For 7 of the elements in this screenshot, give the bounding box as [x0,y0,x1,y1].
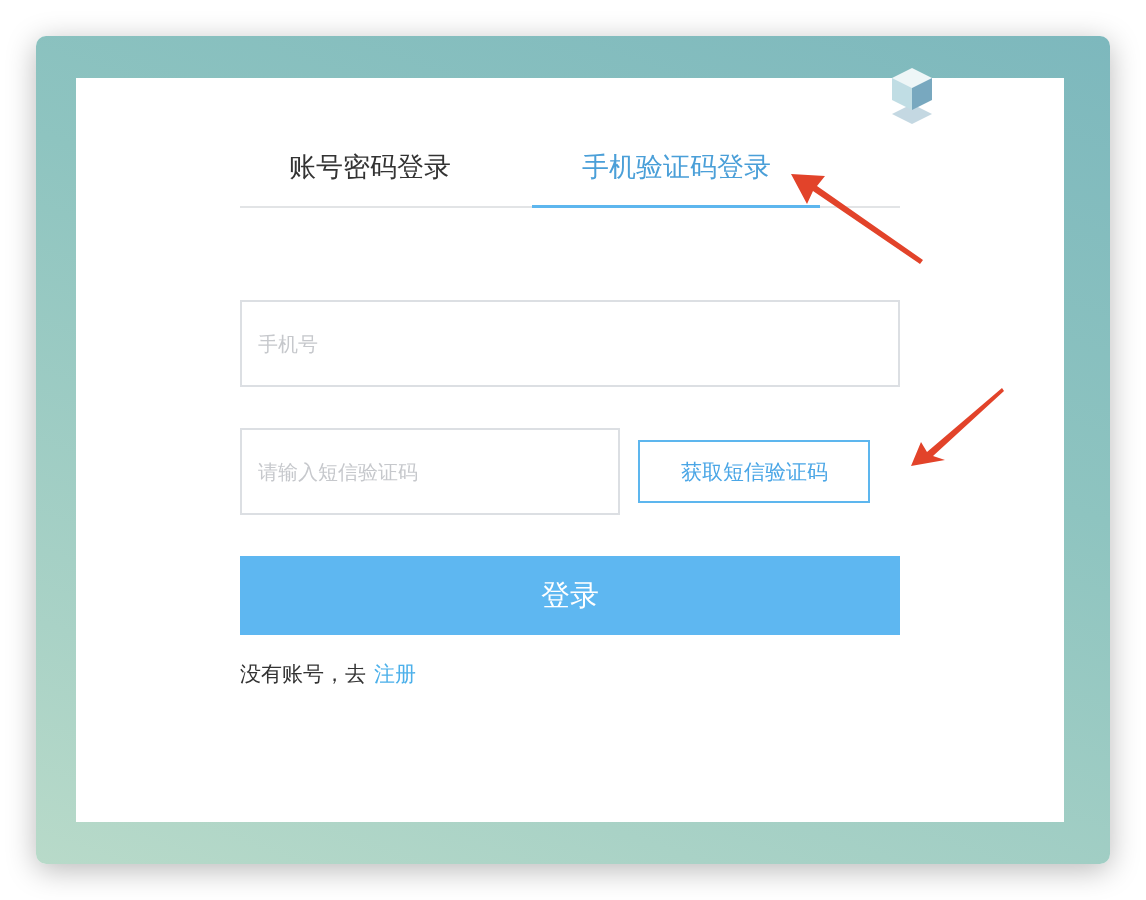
sms-code-input[interactable]: 请输入短信验证码 [240,428,620,515]
send-code-button[interactable]: 获取短信验证码 [638,440,870,503]
phone-input[interactable]: 手机号 [240,300,900,387]
login-button[interactable]: 登录 [240,556,900,635]
login-tab[interactable]: 账号密码登录 [240,115,500,208]
register-link[interactable]: 注册 [374,659,416,689]
register-prompt: 没有账号，去 [240,661,366,688]
